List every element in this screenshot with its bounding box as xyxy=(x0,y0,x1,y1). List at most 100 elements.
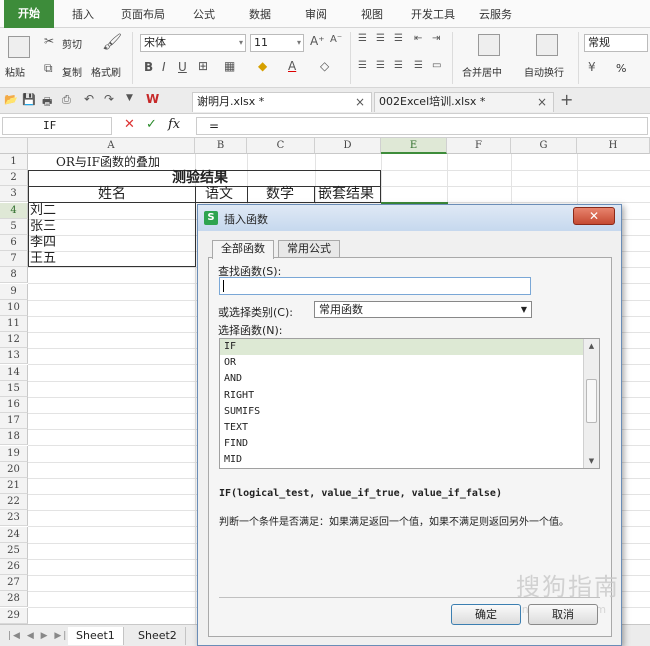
column-header-b[interactable]: B xyxy=(195,138,247,154)
row-header[interactable]: 8 xyxy=(0,267,28,284)
row-header[interactable]: 6 xyxy=(0,235,28,251)
row-header[interactable]: 19 xyxy=(0,445,28,462)
merge-center-button[interactable]: 合并居中 xyxy=(462,64,502,79)
doc-tab-2[interactable]: 002Excel培训.xlsx * × xyxy=(374,92,554,112)
row-header[interactable]: 24 xyxy=(0,526,28,543)
justify-icon[interactable]: ☰ xyxy=(414,60,423,71)
row-header[interactable]: 9 xyxy=(0,283,28,300)
print-preview-icon[interactable]: ⎙ xyxy=(62,93,71,107)
tab-all-functions[interactable]: 全部函数 xyxy=(212,240,274,259)
font-shrink-icon[interactable]: A⁻ xyxy=(330,34,342,45)
cell-a1[interactable]: OR与IF函数的叠加 xyxy=(56,154,160,170)
cell-name[interactable]: 刘二 xyxy=(30,203,56,219)
format-painter-button[interactable]: 格式刷 xyxy=(91,64,121,79)
row-header[interactable]: 22 xyxy=(0,494,28,511)
row-header[interactable]: 27 xyxy=(0,575,28,592)
column-header-e[interactable]: E xyxy=(381,138,447,154)
dialog-close-button[interactable]: ✕ xyxy=(573,207,615,225)
row-header[interactable]: 28 xyxy=(0,591,28,608)
distributed-icon[interactable]: ▭ xyxy=(432,60,441,71)
chevron-down-icon[interactable]: ▼ xyxy=(126,93,133,103)
row-header[interactable]: 18 xyxy=(0,429,28,446)
row-header[interactable]: 15 xyxy=(0,380,28,397)
copy-icon[interactable]: ⧉ xyxy=(44,61,53,76)
function-list-item[interactable]: FIND xyxy=(220,436,599,452)
sheet-tab-1[interactable]: Sheet1 xyxy=(68,627,124,645)
row-header[interactable]: 25 xyxy=(0,542,28,559)
wrap-text-button[interactable]: 自动换行 xyxy=(524,64,564,79)
wrap-text-icon[interactable] xyxy=(536,34,558,56)
search-function-input[interactable] xyxy=(219,277,531,295)
align-top-icon[interactable]: ☰ xyxy=(358,33,367,44)
function-list-item[interactable]: TEXT xyxy=(220,420,599,436)
tab-formulas[interactable]: 公式 xyxy=(193,6,215,22)
align-bottom-icon[interactable]: ☰ xyxy=(394,33,403,44)
dialog-title-bar[interactable]: S 插入函数 ✕ xyxy=(198,205,621,231)
row-header[interactable]: 21 xyxy=(0,478,28,494)
percent-button[interactable]: % xyxy=(616,62,626,75)
paste-icon[interactable] xyxy=(8,36,30,58)
column-header-d[interactable]: D xyxy=(315,138,381,154)
underline-icon[interactable]: U xyxy=(178,60,187,74)
tab-review[interactable]: 审阅 xyxy=(305,6,327,22)
column-header-f[interactable]: F xyxy=(447,138,511,154)
cell-title[interactable]: 测验结果 xyxy=(172,170,228,186)
scroll-thumb[interactable] xyxy=(586,379,597,423)
cancel-formula-button[interactable]: ✕ xyxy=(124,117,135,132)
tab-developer[interactable]: 开发工具 xyxy=(411,6,455,22)
function-list-item[interactable]: SUMIFS xyxy=(220,404,599,420)
formula-input[interactable]: = xyxy=(196,117,648,135)
row-header[interactable]: 17 xyxy=(0,413,28,430)
function-list[interactable]: IF OR AND RIGHT SUMIFS TEXT FIND MID ▲ ▼ xyxy=(219,338,600,469)
align-center-icon[interactable]: ☰ xyxy=(376,60,385,71)
align-middle-icon[interactable]: ☰ xyxy=(376,33,385,44)
cell-name[interactable]: 王五 xyxy=(30,251,56,267)
fill-color-icon[interactable]: ◆ xyxy=(258,59,267,73)
clear-format-icon[interactable]: ◇ xyxy=(320,59,329,73)
currency-icon[interactable]: ¥ xyxy=(588,60,596,74)
align-left-icon[interactable]: ☰ xyxy=(358,60,367,71)
cell-header-nested[interactable]: 嵌套结果 xyxy=(318,186,374,202)
new-tab-button[interactable]: + xyxy=(560,90,573,109)
tab-view[interactable]: 视图 xyxy=(361,6,383,22)
column-header-c[interactable]: C xyxy=(247,138,315,154)
column-header-g[interactable]: G xyxy=(511,138,577,154)
row-header[interactable]: 7 xyxy=(0,251,28,268)
function-list-scrollbar[interactable]: ▲ ▼ xyxy=(583,339,599,468)
tab-insert[interactable]: 插入 xyxy=(72,6,94,22)
row-header[interactable]: 29 xyxy=(0,607,28,624)
font-grow-icon[interactable]: A⁺ xyxy=(310,34,325,48)
paste-button[interactable]: 粘贴 xyxy=(5,64,25,79)
function-list-item[interactable]: OR xyxy=(220,355,599,371)
font-name-select[interactable]: 宋体 ▾ xyxy=(140,34,246,52)
indent-increase-icon[interactable]: ⇥ xyxy=(432,33,440,44)
align-right-icon[interactable]: ☰ xyxy=(394,60,403,71)
cell-header-math[interactable]: 数学 xyxy=(266,186,294,202)
scissors-icon[interactable]: ✂ xyxy=(44,34,54,48)
tab-page-layout[interactable]: 页面布局 xyxy=(121,6,165,22)
cell-header-chinese[interactable]: 语文 xyxy=(205,186,233,202)
tab-cloud[interactable]: 云服务 xyxy=(479,6,512,22)
column-header-h[interactable]: H xyxy=(577,138,650,154)
name-box[interactable]: IF xyxy=(2,117,112,135)
confirm-formula-button[interactable]: ✓ xyxy=(146,117,157,132)
copy-button[interactable]: 复制 xyxy=(62,64,82,79)
format-painter-icon[interactable]: 🖌 xyxy=(102,32,122,51)
category-select[interactable]: 常用函数 ▼ xyxy=(314,301,532,318)
insert-function-button[interactable]: fx xyxy=(168,117,180,132)
cut-button[interactable]: 剪切 xyxy=(62,36,82,51)
merge-center-icon[interactable] xyxy=(478,34,500,56)
cancel-button[interactable]: 取消 xyxy=(528,604,598,625)
cell-style-icon[interactable]: ▦ xyxy=(224,59,235,73)
row-header[interactable]: 26 xyxy=(0,559,28,575)
cell-header-name[interactable]: 姓名 xyxy=(98,186,126,202)
row-header[interactable]: 10 xyxy=(0,299,28,316)
row-header[interactable]: 23 xyxy=(0,510,28,527)
close-icon[interactable]: × xyxy=(355,93,365,111)
scroll-down-icon[interactable]: ▼ xyxy=(584,454,599,468)
indent-decrease-icon[interactable]: ⇤ xyxy=(414,33,422,44)
row-header[interactable]: 12 xyxy=(0,332,28,349)
tab-common-formulas[interactable]: 常用公式 xyxy=(278,240,340,258)
tab-data[interactable]: 数据 xyxy=(249,6,271,22)
row-header[interactable]: 1 xyxy=(0,154,28,170)
